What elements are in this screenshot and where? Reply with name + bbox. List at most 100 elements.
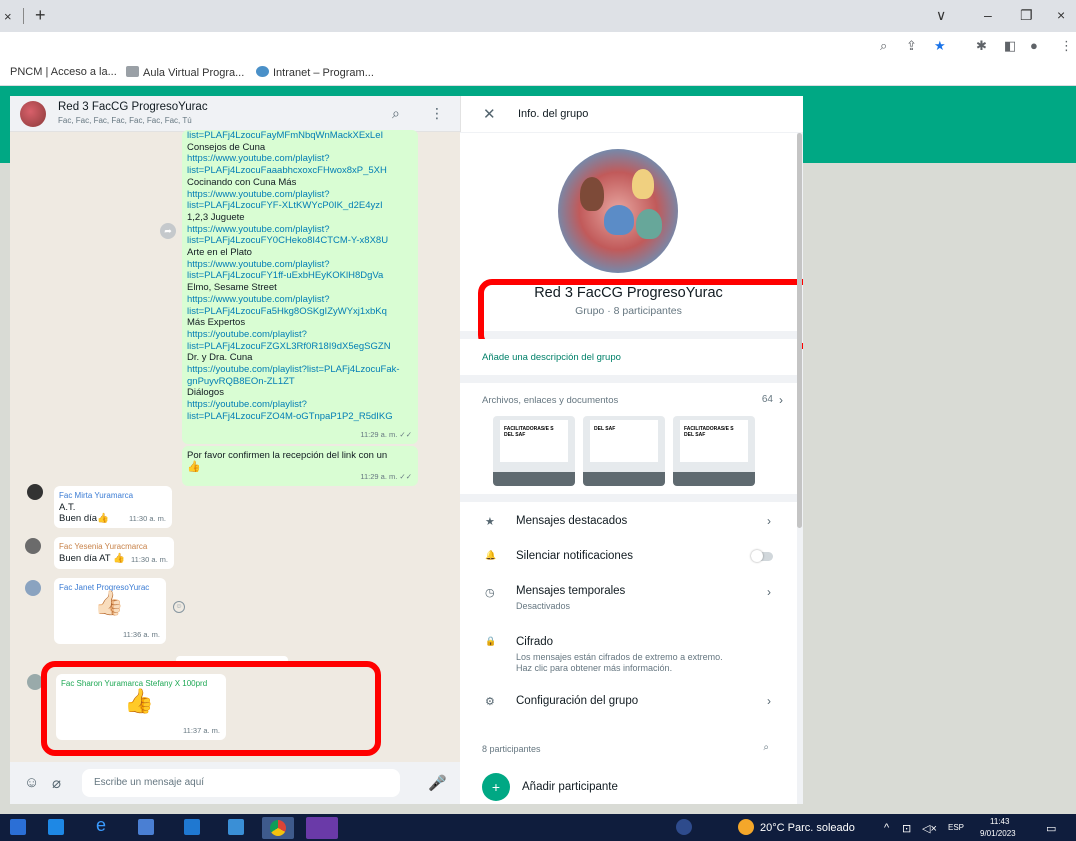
volume-icon[interactable]: ◁× (922, 822, 937, 835)
group-settings-row[interactable]: ⚙ Configuración del grupo › (460, 684, 797, 724)
sender-name[interactable]: Fac Mirta Yuramarca (59, 490, 167, 502)
window-close-button[interactable]: × (1057, 7, 1065, 23)
message-incoming[interactable]: Fac Mirta Yuramarca A.T. Buen día👍 11:30… (54, 486, 172, 528)
bell-icon: 🔔 (485, 550, 497, 560)
extensions-icon[interactable]: ✱ (976, 38, 987, 54)
bookmark-item[interactable]: Intranet – Program... (256, 66, 374, 79)
add-participant-row[interactable]: + Añadir participante (460, 766, 797, 804)
avatar[interactable] (25, 580, 41, 596)
group-photo[interactable] (558, 149, 678, 273)
minimize-button[interactable]: – (984, 7, 992, 23)
starred-messages-row[interactable]: ★ Mensajes destacados › (460, 502, 797, 540)
file-thumbnail[interactable]: DEL SAF (583, 416, 665, 486)
avatar[interactable] (25, 538, 41, 554)
taskbar-app-icon[interactable] (10, 819, 26, 835)
weather-icon[interactable] (738, 819, 754, 835)
message-links[interactable]: list=PLAFj4LzocuFayMFmNbqWnMackXExLeI Con… (182, 130, 418, 444)
restore-button[interactable]: ❐ (1020, 7, 1033, 24)
bookmark-star-icon[interactable]: ★ (934, 38, 946, 54)
emoji-icon[interactable]: ☺ (24, 774, 39, 791)
row-sublabel: Haz clic para obtener más información. (516, 663, 673, 673)
message-input[interactable]: Escribe un mensaje aquí (82, 769, 400, 797)
bookmark-item[interactable]: PNCM | Acceso a la... (10, 66, 117, 78)
photo-figure (632, 169, 654, 199)
attach-icon[interactable]: ⌀ (52, 774, 61, 792)
help-icon[interactable] (676, 819, 692, 835)
taskbar-app-icon[interactable] (138, 819, 154, 835)
disappearing-messages-row[interactable]: ◷ Mensajes temporales Desactivados › (460, 574, 797, 622)
menu-dots-icon[interactable]: ⋮ (1060, 38, 1073, 54)
message-link[interactable]: list=PLAFj4LzocuFaaabhcxoxcFHwox8xP_5XH (187, 165, 413, 177)
menu-dots-icon[interactable]: ⋮ (430, 105, 444, 122)
zoom-icon[interactable]: ⌕ (880, 38, 887, 54)
message-link[interactable]: list=PLAFj4LzocuFa5Hkg8OSKgIZyWYxj1xbKq (187, 306, 413, 318)
encryption-row[interactable]: 🔒 Cifrado Los mensajes están cifrados de… (460, 622, 797, 684)
weather-text[interactable]: 20°C Parc. soleado (760, 822, 855, 834)
forward-icon[interactable]: ➦ (160, 223, 176, 239)
message-confirm[interactable]: Por favor confirmen la recepción del lin… (182, 446, 418, 486)
taskbar-app-icon[interactable] (306, 817, 338, 839)
avatar[interactable] (27, 484, 43, 500)
row-label: Silenciar notificaciones (516, 550, 633, 562)
lock-icon: 🔒 (485, 636, 497, 646)
message-text: Por favor confirmen la recepción del lin… (187, 450, 388, 461)
reaction-icon[interactable]: ☺ (173, 601, 185, 613)
message-link[interactable]: https://www.youtube.com/playlist? (187, 224, 413, 236)
browser-toolbar: ⌕ ⇪ ★ ✱ ◧ ● ⋮ (0, 32, 1076, 60)
highlight-box (41, 661, 381, 756)
group-info-panel: ✕ Info. del grupo Red 3 FacCG ProgresoYu… (460, 96, 803, 804)
group-avatar[interactable] (20, 101, 46, 127)
new-tab-button[interactable]: + (35, 5, 46, 26)
browser-tabstrip: × + ∨ – ❐ × (0, 0, 1076, 32)
notifications-icon[interactable]: ▭ (1046, 822, 1056, 835)
message-link[interactable]: list=PLAFj4LzocuFZGXL3Rf0R18I9dX5egSGZN (187, 341, 413, 353)
message-link[interactable]: https://youtube.com/playlist?list=PLAFj4… (187, 364, 413, 376)
share-icon[interactable]: ⇪ (906, 38, 917, 54)
message-incoming[interactable]: Fac Yesenia Yuracmarca Buen día AT 👍 11:… (54, 537, 174, 569)
message-time: 11:30 a. m. (131, 555, 168, 565)
message-link[interactable]: list=PLAFj4LzocuFY1ff-uExbHEyKOKlH8DgVa (187, 270, 413, 282)
sender-name[interactable]: Fac Yesenia Yuracmarca (59, 541, 169, 553)
chevron-right-icon: › (767, 585, 771, 599)
message-link[interactable]: list=PLAFj4LzocuFY0CHeko8I4CTCM-Y-x8X8U (187, 235, 413, 247)
search-icon[interactable]: ⌕ (763, 742, 769, 753)
chevron-right-icon[interactable]: › (779, 393, 783, 407)
file-thumbnail[interactable]: FACILITADORAS/E S DEL SAF (493, 416, 575, 486)
taskbar-app-icon[interactable] (184, 819, 200, 835)
tab-search-icon[interactable]: ∨ (936, 7, 946, 24)
message-link[interactable]: https://youtube.com/playlist? (187, 399, 413, 411)
keyboard-language[interactable]: ESP (948, 823, 964, 832)
tray-chevron-icon[interactable]: ^ (884, 822, 889, 834)
message-link[interactable]: https://www.youtube.com/playlist? (187, 294, 413, 306)
message-link[interactable]: https://www.youtube.com/playlist? (187, 259, 413, 271)
message-link[interactable]: list=PLAFj4LzocuFayMFmNbqWnMackXExLeI (187, 130, 413, 142)
message-link[interactable]: https://www.youtube.com/playlist? (187, 189, 413, 201)
clock-time[interactable]: 11:43 (990, 817, 1009, 826)
profile-icon[interactable]: ● (1030, 38, 1038, 53)
mute-notifications-row[interactable]: 🔔 Silenciar notificaciones (460, 540, 797, 574)
message-incoming[interactable]: Fac Janet ProgresoYurac 👍🏻 11:36 a. m. (54, 578, 166, 644)
file-thumbnail[interactable]: FACILITADORAS/E S DEL SAF (673, 416, 755, 486)
message-link[interactable]: list=PLAFj4LzocuFYF-XLtKWYcP0IK_d2E4yzI (187, 200, 413, 212)
side-panel-icon[interactable]: ◧ (1004, 38, 1016, 54)
internet-explorer-icon[interactable]: e (96, 815, 112, 835)
add-description-link[interactable]: Añade una descripción del grupo (482, 352, 621, 363)
microphone-icon[interactable]: 🎤 (428, 774, 447, 792)
chat-header[interactable]: Red 3 FacCG ProgresoYurac Fac, Fac, Fac,… (10, 96, 460, 132)
files-label: Archivos, enlaces y documentos (482, 395, 619, 406)
media-section[interactable]: Archivos, enlaces y documentos 64 › FACI… (460, 383, 797, 494)
bookmark-item[interactable]: Aula Virtual Progra... (126, 66, 244, 79)
message-link[interactable]: https://www.youtube.com/playlist? (187, 153, 413, 165)
network-icon[interactable]: ⊡ (902, 822, 911, 835)
close-icon[interactable]: ✕ (483, 105, 496, 123)
taskbar-app-icon[interactable] (228, 819, 244, 835)
message-link[interactable]: list=PLAFj4LzocuFZO4M-oGTnpaP1P2_R5dIKG (187, 411, 413, 423)
search-icon[interactable]: ⌕ (392, 105, 400, 122)
taskbar-app-icon[interactable] (48, 819, 64, 835)
message-link[interactable]: https://youtube.com/playlist? (187, 329, 413, 341)
description-section[interactable]: Añade una descripción del grupo (460, 339, 797, 375)
scrollbar[interactable] (797, 133, 802, 528)
message-link[interactable]: gnPuyvRQB8EOn-ZL1ZT (187, 376, 413, 388)
tab-close-icon[interactable]: × (4, 9, 12, 24)
clock-date[interactable]: 9/01/2023 (980, 829, 1016, 838)
